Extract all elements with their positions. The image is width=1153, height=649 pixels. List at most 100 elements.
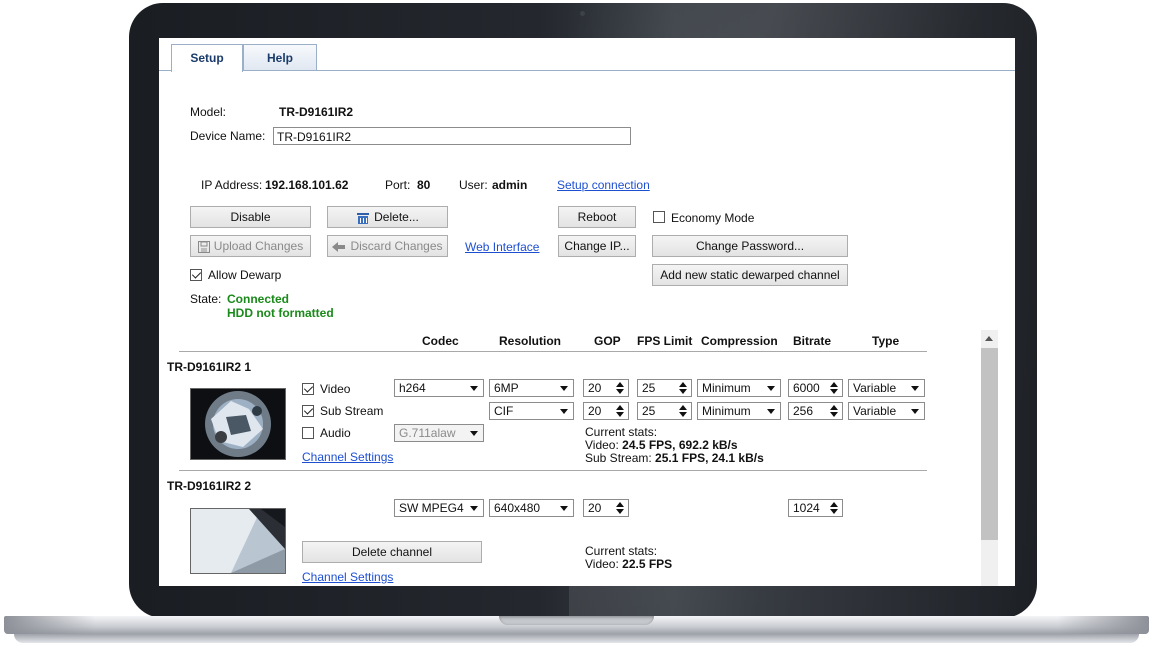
video-resolution-value: 6MP — [494, 381, 519, 395]
video-gop-spinner[interactable]: 20 — [583, 379, 629, 397]
sub-compression-select[interactable]: Minimum — [697, 402, 781, 420]
sub-gop-spinner[interactable]: 20 — [583, 402, 629, 420]
channel-1-settings-link[interactable]: Channel Settings — [302, 450, 393, 464]
camera-dot — [580, 11, 585, 16]
discard-changes-button[interactable]: Discard Changes — [327, 235, 448, 257]
change-ip-button[interactable]: Change IP... — [558, 235, 636, 257]
video-fps-spinner[interactable]: 25 — [637, 379, 692, 397]
chevron-down-icon — [470, 506, 478, 511]
channel-divider — [179, 470, 927, 471]
channel-2-preview — [190, 508, 286, 574]
spin-up-icon — [679, 382, 687, 387]
disable-button[interactable]: Disable — [190, 206, 311, 228]
chevron-down-icon — [911, 386, 919, 391]
sub-gop-value: 20 — [588, 404, 602, 418]
channel-2-settings-link[interactable]: Channel Settings — [302, 570, 393, 584]
spin-up-icon — [616, 502, 624, 507]
col-gop: GOP — [594, 334, 621, 348]
ch2-bitrate-value: 1024 — [793, 501, 820, 515]
user-label: User: — [459, 178, 488, 192]
video-resolution-select[interactable]: 6MP — [489, 379, 574, 397]
video-checkbox[interactable] — [302, 383, 314, 395]
spin-down-icon — [679, 412, 687, 417]
vertical-scrollbar[interactable] — [981, 330, 998, 586]
delete-button-label: Delete... — [374, 210, 419, 224]
channel-2-stats-video: Video: 22.5 FPS — [585, 557, 672, 571]
allow-dewarp-checkbox[interactable] — [190, 269, 202, 281]
col-compression: Compression — [701, 334, 778, 348]
chevron-down-icon — [560, 386, 568, 391]
tab-setup[interactable]: Setup — [171, 44, 243, 72]
spin-up-icon — [830, 405, 838, 410]
spin-down-icon — [616, 509, 624, 514]
port-value: 80 — [417, 178, 431, 192]
web-interface-link[interactable]: Web Interface — [465, 240, 539, 254]
video-codec-value: h264 — [399, 381, 426, 395]
spin-up-icon — [616, 405, 624, 410]
ch2-resolution-select[interactable]: 640x480 — [489, 499, 574, 517]
delete-button[interactable]: Delete... — [327, 206, 448, 228]
spin-up-icon — [616, 382, 624, 387]
ip-value: 192.168.101.62 — [265, 178, 349, 192]
chevron-down-icon — [767, 409, 775, 414]
undo-arrow-icon — [332, 241, 346, 252]
spin-down-icon — [830, 389, 838, 394]
sub-type-select[interactable]: Variable — [848, 402, 925, 420]
delete-channel-button[interactable]: Delete channel — [302, 541, 482, 563]
audio-label: Audio — [320, 426, 351, 440]
ch2-gop-spinner[interactable]: 20 — [583, 499, 629, 517]
chevron-down-icon — [470, 431, 478, 436]
video-type-select[interactable]: Variable — [848, 379, 925, 397]
spin-down-icon — [830, 509, 838, 514]
chevron-down-icon — [560, 506, 568, 511]
state-hdd: HDD not formatted — [227, 306, 334, 320]
scroll-up-icon[interactable] — [985, 336, 993, 341]
ch2-stats-video-value: 22.5 FPS — [622, 557, 673, 571]
ch2-bitrate-spinner[interactable]: 1024 — [788, 499, 843, 517]
spin-up-icon — [830, 382, 838, 387]
upload-changes-button[interactable]: Upload Changes — [190, 235, 311, 257]
video-type-value: Variable — [853, 381, 897, 395]
col-fps-limit: FPS Limit — [637, 334, 693, 348]
sub-resolution-select[interactable]: CIF — [489, 402, 574, 420]
discard-changes-label: Discard Changes — [350, 239, 443, 253]
model-label: Model: — [190, 105, 227, 119]
change-password-button[interactable]: Change Password... — [652, 235, 848, 257]
stats-sub-value: 25.1 FPS, 24.1 kB/s — [655, 451, 764, 465]
sub-stream-checkbox[interactable] — [302, 405, 314, 417]
sub-fps-spinner[interactable]: 25 — [637, 402, 692, 420]
audio-codec-value: G.711alaw — [399, 426, 456, 440]
add-dewarp-channel-button[interactable]: Add new static dewarped channel — [652, 264, 848, 286]
video-bitrate-spinner[interactable]: 6000 — [788, 379, 843, 397]
channel-2-stats-title: Current stats: — [585, 544, 658, 558]
channel-1-stats-video: Video: 24.5 FPS, 692.2 kB/s — [585, 438, 738, 452]
chevron-down-icon — [911, 409, 919, 414]
setup-connection-link[interactable]: Setup connection — [557, 178, 650, 192]
laptop-foot — [14, 634, 1139, 643]
video-codec-select[interactable]: h264 — [394, 379, 484, 397]
stats-video-label: Video: — [585, 438, 619, 452]
device-name-input[interactable]: TR-D9161IR2 — [273, 127, 631, 145]
app-window: Setup Help Model: TR-D9161IR2 Device Nam… — [159, 38, 1015, 586]
video-compression-select[interactable]: Minimum — [697, 379, 781, 397]
spin-down-icon — [679, 389, 687, 394]
ch2-codec-value: SW MPEG4 — [399, 501, 464, 515]
video-compression-value: Minimum — [702, 381, 751, 395]
sub-bitrate-spinner[interactable]: 256 — [788, 402, 843, 420]
chevron-down-icon — [767, 386, 775, 391]
tab-help[interactable]: Help — [243, 44, 317, 71]
spin-down-icon — [830, 412, 838, 417]
col-resolution: Resolution — [499, 334, 561, 348]
channel-2-title: TR-D9161IR2 2 — [167, 479, 252, 493]
channel-1-preview — [190, 388, 286, 460]
col-codec: Codec — [422, 334, 459, 348]
state-connected: Connected — [227, 292, 290, 306]
scrollbar-thumb[interactable] — [981, 348, 998, 540]
audio-codec-select[interactable]: G.711alaw — [394, 424, 484, 442]
state-label: State: — [190, 292, 222, 306]
audio-checkbox[interactable] — [302, 427, 314, 439]
economy-mode-checkbox[interactable] — [653, 211, 665, 223]
sub-bitrate-value: 256 — [793, 404, 814, 418]
ch2-codec-select[interactable]: SW MPEG4 — [394, 499, 484, 517]
reboot-button[interactable]: Reboot — [558, 206, 636, 228]
